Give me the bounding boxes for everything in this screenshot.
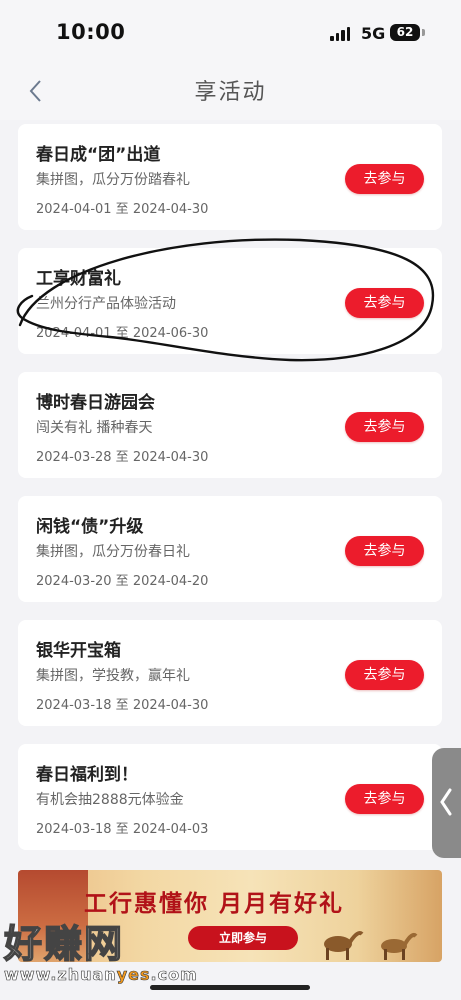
activity-card: 闲钱“债”升级 集拼图，瓜分万份春日礼 2024-03-20 至 2024-04… xyxy=(18,496,442,602)
activity-title: 春日福利到！ xyxy=(36,765,138,785)
activity-title: 春日成“团”出道 xyxy=(36,145,161,165)
activity-title: 工享财富礼 xyxy=(36,269,121,289)
side-expand-tab[interactable] xyxy=(432,748,461,858)
activity-date: 2024-04-01 至 2024-04-30 xyxy=(36,202,209,217)
join-button[interactable]: 去参与 xyxy=(345,164,424,194)
activity-date: 2024-03-20 至 2024-04-20 xyxy=(36,574,209,589)
activity-date: 2024-03-18 至 2024-04-03 xyxy=(36,822,209,837)
activity-desc: 有机会抽2888元体验金 xyxy=(36,792,184,808)
signal-icon xyxy=(330,27,350,41)
activity-desc: 集拼图，学投教，赢年礼 xyxy=(36,668,190,684)
page-title: 享活动 xyxy=(194,80,267,105)
activity-desc: 闯关有礼 播种春天 xyxy=(36,420,153,436)
banner-join-button[interactable]: 立即参与 xyxy=(188,926,298,950)
activity-date: 2024-03-18 至 2024-04-30 xyxy=(36,698,209,713)
watermark-url: www.zhuanyes.com xyxy=(4,965,198,985)
join-button[interactable]: 去参与 xyxy=(345,784,424,814)
activity-desc: 集拼图，瓜分万份春日礼 xyxy=(36,544,190,560)
status-time: 10:00 xyxy=(56,20,126,44)
activity-title: 博时春日游园会 xyxy=(36,393,155,413)
home-indicator xyxy=(150,985,310,990)
activity-card: 工享财富礼 兰州分行产品体验活动 2024-04-01 至 2024-06-30… xyxy=(18,248,442,354)
join-button[interactable]: 去参与 xyxy=(345,412,424,442)
activity-card: 银华开宝箱 集拼图，学投教，赢年礼 2024-03-18 至 2024-04-3… xyxy=(18,620,442,726)
activity-title: 银华开宝箱 xyxy=(36,641,121,661)
battery-tip xyxy=(422,29,425,36)
activity-card: 春日成“团”出道 集拼图，瓜分万份踏春礼 2024-04-01 至 2024-0… xyxy=(18,124,442,230)
nav-bar: 享活动 xyxy=(0,62,461,120)
banner-illustration xyxy=(18,870,88,962)
activity-desc: 集拼图，瓜分万份踏春礼 xyxy=(36,172,190,188)
camel-illustration xyxy=(324,931,418,960)
chevron-left-icon xyxy=(440,788,452,816)
activity-card: 博时春日游园会 闯关有礼 播种春天 2024-03-28 至 2024-04-3… xyxy=(18,372,442,478)
promo-banner[interactable]: 工行惠懂你 月月有好礼 立即参与 xyxy=(18,870,442,962)
join-button[interactable]: 去参与 xyxy=(345,536,424,566)
activity-date: 2024-04-01 至 2024-06-30 xyxy=(36,326,209,341)
activity-date: 2024-03-28 至 2024-04-30 xyxy=(36,450,209,465)
banner-title: 工行惠懂你 月月有好礼 xyxy=(84,891,345,917)
join-button[interactable]: 去参与 xyxy=(345,660,424,690)
status-bar: 10:00 5G 62 xyxy=(0,0,461,62)
activity-card: 春日福利到！ 有机会抽2888元体验金 2024-03-18 至 2024-04… xyxy=(18,744,442,850)
join-button[interactable]: 去参与 xyxy=(345,288,424,318)
battery-icon: 62 xyxy=(390,24,420,41)
activity-desc: 兰州分行产品体验活动 xyxy=(36,296,176,312)
activity-title: 闲钱“债”升级 xyxy=(36,517,144,537)
network-type: 5G xyxy=(361,24,386,43)
